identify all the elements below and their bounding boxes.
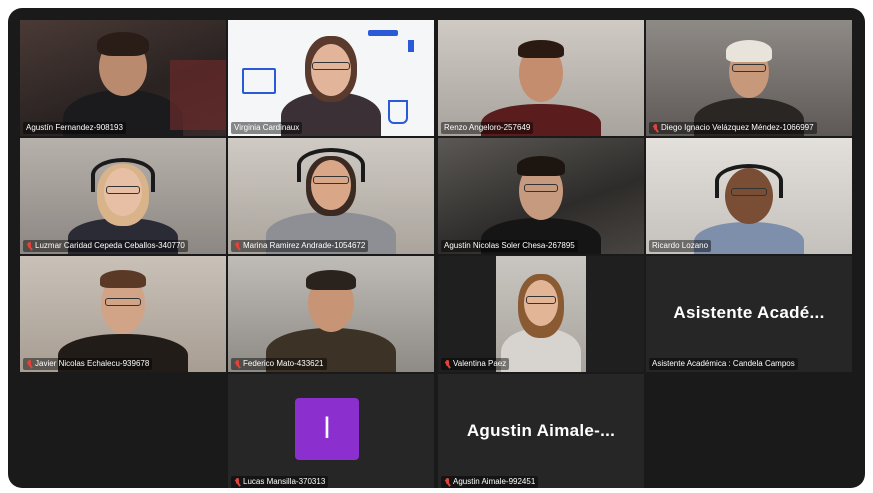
participant-name: Lucas Mansilla-370313 [231, 476, 329, 488]
mic-muted-icon [652, 123, 659, 133]
video-feed [228, 138, 434, 254]
participant-name: Ricardo Lozano [649, 240, 712, 252]
participant-tile[interactable]: Federico Mato-433621 [228, 256, 434, 372]
participant-name: Agustín Fernandez-908193 [23, 122, 126, 134]
mic-muted-icon [444, 477, 451, 487]
participant-name: Marina Ramirez Andrade-1054672 [231, 240, 369, 252]
mic-muted-icon [234, 241, 241, 251]
participant-name: Asistente Académica : Candela Campos [649, 358, 798, 370]
participant-tile[interactable]: Luzmar Caridad Cepeda Ceballos-340770 [20, 138, 226, 254]
video-feed [20, 138, 226, 254]
participant-tile[interactable]: Javier Nicolas Echalecu-939678 [20, 256, 226, 372]
participant-tile[interactable]: Ricardo Lozano [646, 138, 852, 254]
participant-tile[interactable]: Marina Ramirez Andrade-1054672 [228, 138, 434, 254]
video-feed [496, 256, 586, 372]
video-feed [20, 20, 226, 136]
participant-name: Federico Mato-433621 [231, 358, 327, 370]
video-feed [646, 20, 852, 136]
participant-name: Renzo Angelo​ro-257649 [441, 122, 534, 134]
video-feed [20, 256, 226, 372]
participant-tile-video-off[interactable]: l Lucas Mansilla-370313 [228, 374, 434, 488]
participant-display-name: Asistente Acadé... [673, 303, 825, 322]
video-feed [228, 256, 434, 372]
participant-display-name: Agustin Aimale-... [466, 421, 616, 440]
mic-muted-icon [444, 359, 451, 369]
video-grid: Agustín Fernandez-908193 Virginia Cardin… [8, 8, 865, 488]
participant-tile[interactable]: Agustín Fernandez-908193 [20, 20, 226, 136]
participant-tile-video-off[interactable]: Asistente Acadé... Asistente Académica :… [646, 256, 852, 372]
video-feed [438, 20, 644, 136]
participant-name: Luzmar Caridad Cepeda Ceballos-340770 [23, 240, 188, 252]
participant-avatar: l [295, 398, 359, 460]
participant-name: Virginia Cardinaux [231, 122, 303, 134]
participant-name: Diego Ignacio Velázquez Méndez-1066997 [649, 122, 817, 134]
participant-name: Agustin Nicolas Soler Chesa-267895 [441, 240, 578, 252]
video-feed [438, 138, 644, 254]
participant-tile[interactable]: Diego Ignacio Velázquez Méndez-1066997 [646, 20, 852, 136]
mic-muted-icon [234, 359, 241, 369]
participant-tile[interactable]: Valentina Paez [438, 256, 644, 372]
mic-muted-icon [26, 359, 33, 369]
mic-muted-icon [234, 477, 241, 487]
participant-tile-active-speaker[interactable]: Virginia Cardinaux [228, 20, 434, 136]
participant-name: Agustin Aimale-992451 [441, 476, 539, 488]
participant-tile-video-off[interactable]: Agustin Aimale-... Agustin Aimale-992451 [438, 374, 644, 488]
video-feed [228, 20, 434, 136]
participant-tile[interactable]: Renzo Angelo​ro-257649 [438, 20, 644, 136]
mic-muted-icon [26, 241, 33, 251]
participant-name: Javier Nicolas Echalecu-939678 [23, 358, 153, 370]
participant-tile[interactable]: Agustin Nicolas Soler Chesa-267895 [438, 138, 644, 254]
video-feed [646, 138, 852, 254]
participant-name: Valentina Paez [441, 358, 510, 370]
